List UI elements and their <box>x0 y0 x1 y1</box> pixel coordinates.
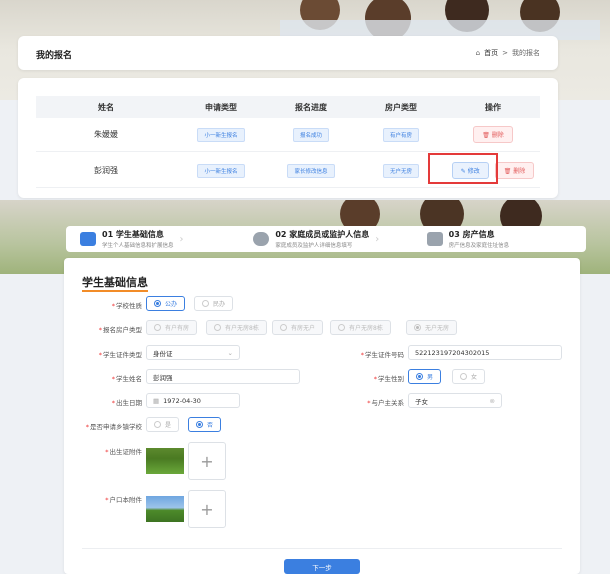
student-name-label: *学生姓名 <box>111 375 142 383</box>
radio-icon <box>196 421 203 428</box>
registration-table: 姓名 申请类型 报名进度 房户类型 操作 朱媛媛 小一新生报名 报名成功 有户有… <box>18 78 558 198</box>
progress-tag: 家长修改信息 <box>287 163 335 178</box>
radio-icon <box>154 324 161 331</box>
house-type-option[interactable]: 有户无房8栋 <box>330 320 391 335</box>
step-1[interactable]: 01 学生基础信息学生个人基础信息和扩展信息 › <box>66 226 239 252</box>
student-info-form: 学生基础信息 *学校性质 公办 民办 *报名房户类型 有户有房 有户无房8栋 有… <box>64 258 580 574</box>
section-underline <box>82 290 148 292</box>
id-type-select[interactable]: 身份证 ⌄ <box>146 345 240 360</box>
step-3[interactable]: 03 房产信息房产信息及家庭住址信息 <box>413 226 586 252</box>
step-2[interactable]: 02 家庭成员或监护人信息 家庭成员及监护人详细信息填写 › <box>239 226 412 252</box>
radio-icon <box>154 300 161 307</box>
apply-type-tag: 小一新生报名 <box>197 163 245 178</box>
id-type-label: *学生证件类型 <box>98 351 142 359</box>
step-bar: 01 学生基础信息学生个人基础信息和扩展信息 › 02 家庭成员或监护人信息 家庭… <box>66 226 586 252</box>
birth-cert-thumbnail[interactable] <box>146 448 184 474</box>
trash-icon: 🗑 <box>482 132 490 139</box>
delete-label: 删除 <box>513 168 526 175</box>
school-nature-label: *学校性质 <box>111 302 142 310</box>
township-yes[interactable]: 是 <box>146 417 180 432</box>
step-subtitle: 家庭成员及监护人详细信息填写 <box>275 243 353 249</box>
radio-icon <box>338 324 345 331</box>
student-name: 朱媛媛 <box>94 130 118 139</box>
radio-icon <box>280 324 287 331</box>
student-name: 彭润强 <box>94 166 118 175</box>
column-header: 姓名 <box>98 102 114 112</box>
page-title: 我的报名 <box>36 51 73 61</box>
calendar-icon: ▦ <box>153 396 160 405</box>
delete-button[interactable]: 🗑 删除 <box>473 126 513 143</box>
radio-icon <box>414 324 421 331</box>
house-type-option[interactable]: 有户有房 <box>146 320 198 335</box>
house-type-option[interactable]: 有房无户 <box>272 320 324 335</box>
chevron-right-icon: › <box>375 233 380 245</box>
page-header: 我的报名 ⌂ 首页 > 我的报名 <box>18 36 558 70</box>
chevron-right-icon: › <box>179 233 184 245</box>
plus-icon: + <box>200 499 214 519</box>
household-label: *户口本附件 <box>105 496 142 504</box>
column-header: 操作 <box>485 102 501 112</box>
column-header: 房户类型 <box>385 102 417 112</box>
step-subtitle: 房产信息及家庭住址信息 <box>448 243 510 249</box>
township-no[interactable]: 否 <box>188 417 222 432</box>
column-header: 申请类型 <box>205 102 237 112</box>
plus-icon: + <box>200 451 214 471</box>
edit-highlight-box <box>428 153 498 184</box>
gender-label: *学生性别 <box>373 375 404 383</box>
breadcrumb-home[interactable]: 首页 <box>484 48 498 58</box>
id-number-label: *学生证件号码 <box>360 351 404 359</box>
house-type-label: *报名房户类型 <box>98 326 142 334</box>
gender-male[interactable]: 男 <box>408 369 442 384</box>
household-upload-button[interactable]: + <box>188 490 226 528</box>
column-header: 报名进度 <box>295 102 327 112</box>
home-icon: ⌂ <box>475 49 481 57</box>
chevron-down-icon: ⌄ <box>227 348 233 357</box>
radio-icon <box>214 324 221 331</box>
radio-icon <box>460 373 467 380</box>
relation-label: *与户主关系 <box>367 399 404 407</box>
table-header: 姓名 申请类型 报名进度 房户类型 操作 <box>36 96 540 118</box>
relation-select[interactable]: 子女 ⊗ <box>408 393 502 408</box>
school-nature-private[interactable]: 民办 <box>194 296 234 311</box>
gender-female[interactable]: 女 <box>452 369 486 384</box>
trash-icon: 🗑 <box>503 168 512 175</box>
next-button[interactable]: 下一步 <box>284 559 360 574</box>
apply-type-tag: 小一新生报名 <box>197 127 245 142</box>
radio-icon <box>202 300 209 307</box>
table-row: 朱媛媛 小一新生报名 报名成功 有户有房 🗑 删除 <box>36 118 540 152</box>
clear-icon[interactable]: ⊗ <box>490 397 495 405</box>
birth-cert-label: *出生证附件 <box>105 448 142 456</box>
birthday-label: *出生日期 <box>111 399 142 407</box>
birthday-input[interactable]: ▦ 1972-04-30 <box>146 393 240 408</box>
birth-cert-upload-button[interactable]: + <box>188 442 226 480</box>
house-type-tag: 无户无房 <box>382 163 419 178</box>
step-title: 01 学生基础信息 <box>102 230 164 239</box>
section-title: 学生基础信息 <box>82 276 148 289</box>
breadcrumb-separator: > <box>502 49 508 57</box>
house-type-option[interactable]: 有户无房8栋 <box>206 320 267 335</box>
school-nature-public[interactable]: 公办 <box>146 296 186 311</box>
step-subtitle: 学生个人基础信息和扩展信息 <box>102 243 174 249</box>
step-title: 02 家庭成员或监护人信息 <box>275 230 370 239</box>
radio-icon <box>416 373 423 380</box>
house-type-tag: 有户有房 <box>382 127 419 142</box>
progress-tag: 报名成功 <box>292 127 329 142</box>
divider <box>82 548 562 549</box>
id-number-input[interactable]: 522123197204302015 <box>408 345 562 360</box>
building-icon <box>426 232 443 246</box>
household-thumbnail[interactable] <box>146 496 184 522</box>
breadcrumb-current: 我的报名 <box>512 49 540 57</box>
id-card-icon <box>80 232 96 246</box>
radio-icon <box>154 421 161 428</box>
delete-label: 删除 <box>491 132 504 139</box>
student-name-input[interactable]: 彭润强 <box>146 369 300 384</box>
step-title: 03 房产信息 <box>448 230 495 239</box>
delete-button[interactable]: 🗑 删除 <box>494 162 535 179</box>
house-type-option[interactable]: 无户无房 <box>406 320 458 335</box>
shield-icon <box>253 232 270 246</box>
township-label: *是否申请乡镇学校 <box>85 423 142 431</box>
breadcrumb: ⌂ 首页 > 我的报名 <box>476 48 540 58</box>
